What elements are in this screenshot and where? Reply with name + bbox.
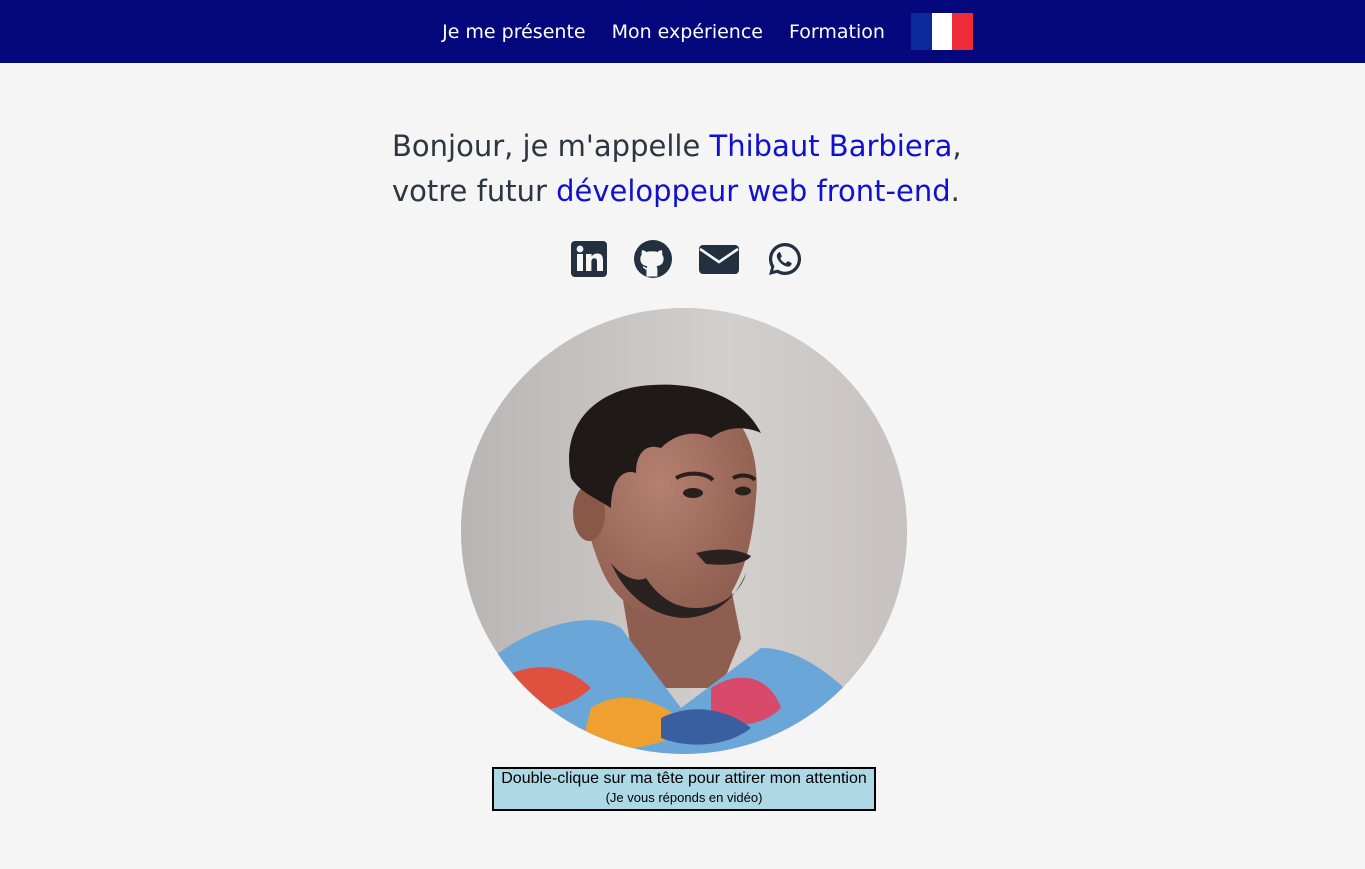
hero-greeting-text: Bonjour, je m'appelle <box>392 129 710 163</box>
hero-period: . <box>950 174 960 208</box>
flag-white-stripe <box>931 13 953 50</box>
flag-red-stripe <box>952 13 973 50</box>
github-icon[interactable] <box>634 240 672 278</box>
hero-line-1: Bonjour, je m'appelle Thibaut Barbiera, <box>392 124 1032 169</box>
hero-name: Thibaut Barbiera <box>709 129 953 163</box>
hero-role: développeur web front-end <box>556 174 951 208</box>
top-navbar: Je me présente Mon expérience Formation <box>0 0 1365 63</box>
hero-role-prefix: votre futur <box>392 174 557 208</box>
nav-link-presentation[interactable]: Je me présente <box>442 21 585 43</box>
linkedin-icon[interactable] <box>570 240 608 278</box>
mail-icon[interactable] <box>698 240 740 278</box>
caption-main-text: Double-clique sur ma tête pour attirer m… <box>501 770 867 787</box>
social-links <box>570 240 804 278</box>
flag-blue-stripe <box>910 13 932 50</box>
whatsapp-icon[interactable] <box>766 240 804 278</box>
hero-comma: , <box>952 129 962 163</box>
caption-sub-text: (Je vous réponds en vidéo) <box>605 790 763 805</box>
hero-intro: Bonjour, je m'appelle Thibaut Barbiera, … <box>392 124 1032 214</box>
hero-line-2: votre futur développeur web front-end. <box>392 169 1032 214</box>
profile-portrait-illustration <box>461 308 907 754</box>
nav-links: Je me présente Mon expérience Formation <box>442 13 973 50</box>
nav-link-experience[interactable]: Mon expérience <box>612 21 763 43</box>
french-flag-language-toggle[interactable] <box>910 13 973 50</box>
profile-photo-video[interactable] <box>461 308 907 754</box>
nav-link-formation[interactable]: Formation <box>789 21 885 43</box>
video-hint-caption: Double-clique sur ma tête pour attirer m… <box>492 767 876 811</box>
